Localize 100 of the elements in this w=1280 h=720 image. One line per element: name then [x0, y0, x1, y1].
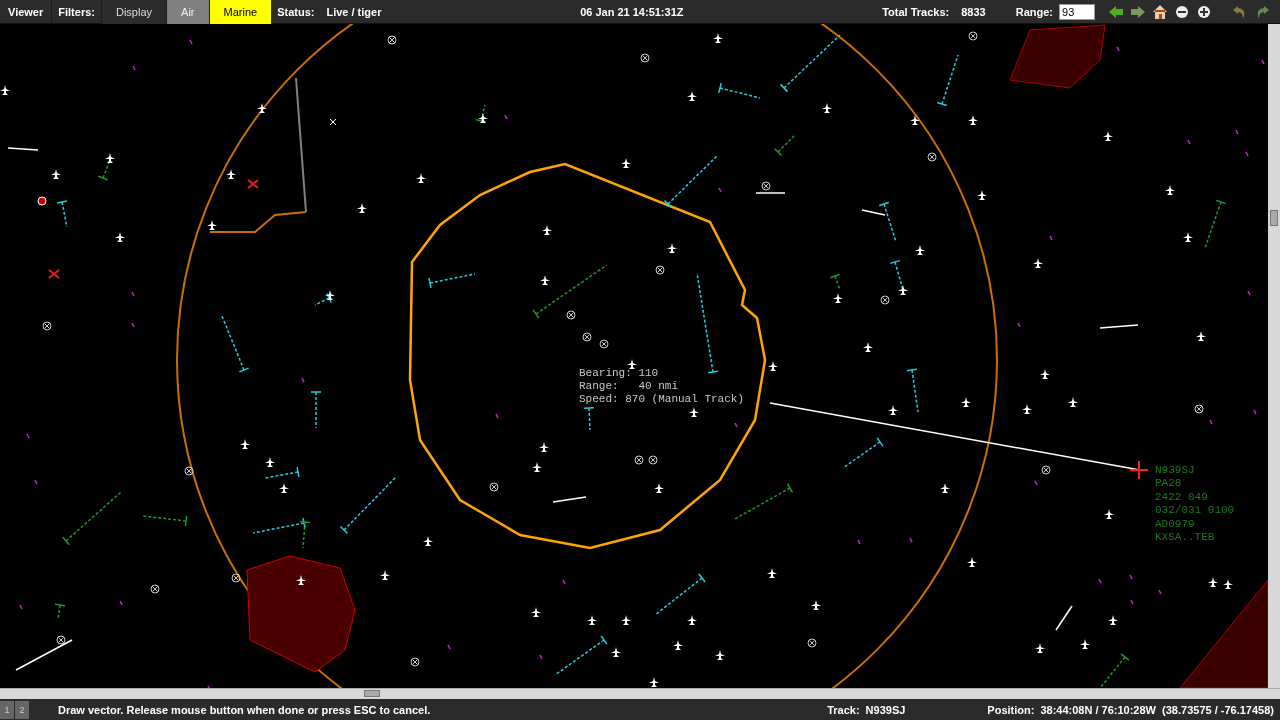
aircraft-icon[interactable] [226, 169, 236, 179]
range-field[interactable]: 93 [1059, 3, 1095, 20]
aircraft-icon[interactable] [265, 457, 275, 467]
aircraft-icon[interactable] [961, 397, 971, 407]
track-vector[interactable] [1204, 199, 1227, 249]
aircraft-icon[interactable] [540, 275, 550, 285]
aircraft-icon[interactable] [1183, 232, 1193, 242]
waypoint-icon[interactable] [582, 332, 592, 342]
track-vector[interactable] [842, 437, 884, 469]
aircraft-icon[interactable] [1196, 331, 1206, 341]
selected-track-cross-icon[interactable] [1129, 460, 1149, 480]
aircraft-icon[interactable] [531, 607, 541, 617]
waypoint-icon[interactable] [968, 31, 978, 41]
aircraft-icon[interactable] [811, 600, 821, 610]
aircraft-icon[interactable] [621, 615, 631, 625]
aircraft-icon[interactable] [105, 153, 115, 163]
aircraft-icon[interactable] [715, 650, 725, 660]
waypoint-icon[interactable] [56, 635, 66, 645]
waypoint-icon[interactable] [634, 455, 644, 465]
waypoint-icon[interactable] [1041, 465, 1051, 475]
track-vector[interactable] [696, 272, 719, 374]
aircraft-icon[interactable] [768, 361, 778, 371]
aircraft-icon[interactable] [257, 103, 267, 113]
aircraft-icon[interactable] [1080, 639, 1090, 649]
waypoint-icon[interactable] [640, 53, 650, 63]
aircraft-icon[interactable] [1223, 579, 1233, 589]
aircraft-icon[interactable] [611, 647, 621, 657]
waypoint-icon[interactable] [387, 35, 397, 45]
aircraft-icon[interactable] [325, 290, 335, 300]
aircraft-icon[interactable] [115, 232, 125, 242]
aircraft-icon[interactable] [1033, 258, 1043, 268]
aircraft-icon[interactable] [649, 677, 659, 687]
track-vector[interactable] [718, 82, 761, 99]
hostile-aircraft-icon[interactable] [48, 269, 60, 279]
waypoint-icon[interactable] [648, 455, 658, 465]
track-vector[interactable] [583, 407, 595, 431]
aircraft-icon[interactable] [1104, 509, 1114, 519]
waypoint-icon[interactable] [1194, 404, 1204, 414]
aircraft-icon[interactable] [767, 568, 777, 578]
aircraft-icon[interactable] [423, 536, 433, 546]
track-vector[interactable] [654, 573, 706, 616]
track-vector[interactable] [532, 264, 608, 319]
track-vector[interactable] [1099, 653, 1130, 688]
aircraft-icon[interactable] [713, 33, 723, 43]
aircraft-icon[interactable] [532, 462, 542, 472]
hostile-aircraft-icon[interactable] [247, 179, 259, 189]
waypoint-icon[interactable] [566, 310, 576, 320]
aircraft-icon[interactable] [587, 615, 597, 625]
aircraft-icon[interactable] [1103, 131, 1113, 141]
page-tab[interactable]: 1 [0, 701, 14, 719]
waypoint-icon[interactable] [410, 657, 420, 667]
zoom-in-icon[interactable] [1196, 3, 1212, 20]
scrollbar-thumb[interactable] [1270, 210, 1278, 226]
aircraft-icon[interactable] [968, 115, 978, 125]
aircraft-icon[interactable] [0, 85, 10, 95]
aircraft-icon[interactable] [687, 91, 697, 101]
waypoint-icon[interactable] [42, 321, 52, 331]
track-vector[interactable] [264, 466, 300, 479]
aircraft-icon[interactable] [51, 169, 61, 179]
waypoint-icon[interactable] [184, 466, 194, 476]
aircraft-icon[interactable] [822, 103, 832, 113]
track-vector[interactable] [829, 273, 841, 291]
aircraft-icon[interactable] [689, 407, 699, 417]
zoom-out-icon[interactable] [1174, 3, 1190, 20]
waypoint-icon[interactable] [655, 265, 665, 275]
track-vector[interactable] [314, 292, 332, 306]
waypoint-icon[interactable] [807, 638, 817, 648]
track-vector[interactable] [54, 603, 66, 621]
aircraft-icon[interactable] [967, 557, 977, 567]
aircraft-icon[interactable] [898, 285, 908, 295]
aircraft-icon[interactable] [863, 342, 873, 352]
aircraft-icon[interactable] [380, 570, 390, 580]
scrollbar-thumb[interactable] [364, 690, 380, 697]
aircraft-icon[interactable] [888, 405, 898, 415]
aircraft-icon[interactable] [1208, 577, 1218, 587]
track-vector[interactable] [428, 273, 476, 289]
track-vector[interactable] [221, 315, 250, 373]
waypoint-icon[interactable] [150, 584, 160, 594]
home-icon[interactable] [1152, 3, 1168, 20]
filter-toggle[interactable]: Marine [208, 0, 272, 24]
aircraft-icon[interactable] [654, 483, 664, 493]
aircraft-icon[interactable] [296, 575, 306, 585]
aircraft-icon[interactable] [478, 113, 488, 123]
track-vector[interactable] [906, 368, 919, 413]
aircraft-icon[interactable] [357, 203, 367, 213]
aircraft-icon[interactable] [1040, 369, 1050, 379]
waypoint-icon[interactable] [880, 295, 890, 305]
aircraft-icon[interactable] [1022, 404, 1032, 414]
aircraft-icon[interactable] [542, 225, 552, 235]
aircraft-icon[interactable] [1068, 397, 1078, 407]
track-vector[interactable] [299, 520, 311, 549]
aircraft-icon[interactable] [240, 439, 250, 449]
aircraft-icon[interactable] [1165, 185, 1175, 195]
radar-map[interactable]: Bearing: 110 Range: 40 nmi Speed: 870 (Manual Track) N939SJ PA28 2422 049 032/031 0100 AD0979 KXSA..TEB [0, 24, 1268, 688]
aircraft-icon[interactable] [687, 615, 697, 625]
aircraft-icon[interactable] [977, 190, 987, 200]
aircraft-icon[interactable] [621, 158, 631, 168]
aircraft-icon[interactable] [416, 173, 426, 183]
track-vector[interactable] [878, 201, 897, 243]
waypoint-icon[interactable] [927, 152, 937, 162]
